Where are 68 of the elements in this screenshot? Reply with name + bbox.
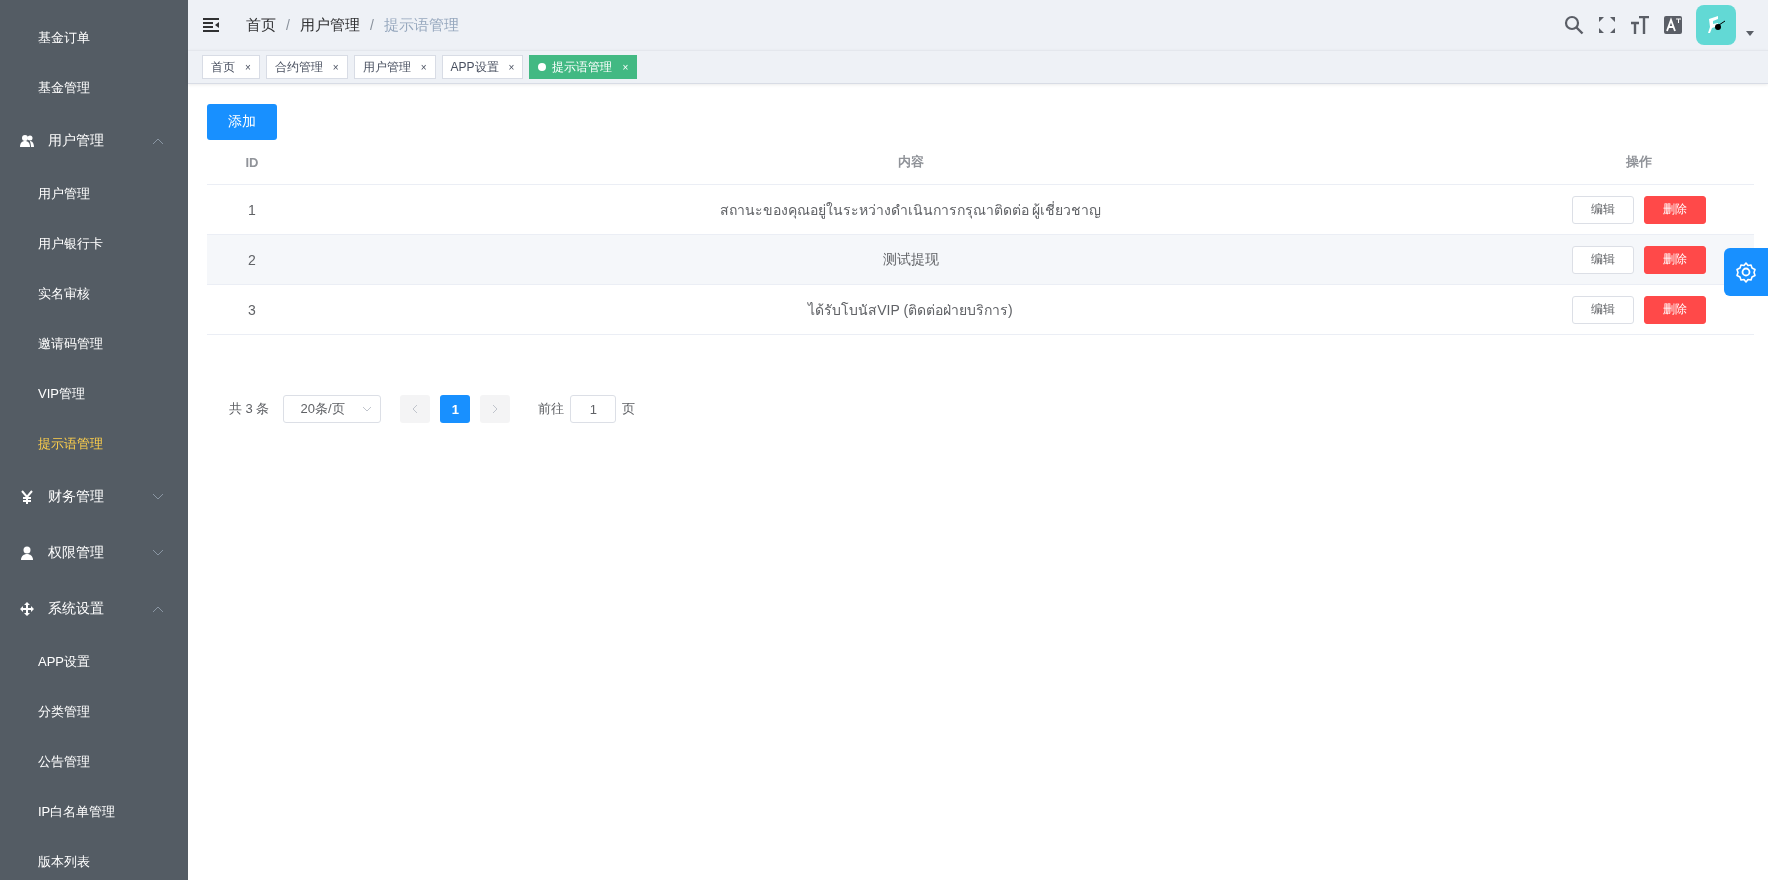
menu-group[interactable]: 系统设置: [0, 581, 188, 637]
chevron-down-icon: [362, 406, 373, 412]
menu-item[interactable]: 分类管理: [0, 687, 188, 737]
breadcrumb-item[interactable]: 首页: [246, 15, 276, 35]
edit-button[interactable]: 编辑: [1572, 295, 1634, 324]
edit-button[interactable]: 编辑: [1572, 245, 1634, 274]
goto-label: 前往: [538, 400, 565, 418]
menu-item[interactable]: 基金订单: [0, 13, 188, 63]
menu-item[interactable]: 基金管理: [0, 63, 188, 113]
yen-icon: [20, 490, 34, 504]
search-icon[interactable]: [1564, 15, 1584, 35]
close-icon[interactable]: ×: [332, 61, 339, 73]
page-tab[interactable]: 首页 ×: [202, 55, 260, 79]
close-icon[interactable]: ×: [420, 61, 427, 73]
menu-collapse-icon[interactable]: [202, 17, 220, 33]
menu-item[interactable]: 提示语管理: [0, 419, 188, 469]
table-cell-text: 3: [247, 301, 257, 318]
menu-item[interactable]: APP设置: [0, 637, 188, 687]
settings-button[interactable]: [1724, 248, 1768, 296]
page-unit-label: 页: [622, 400, 636, 418]
menu-group[interactable]: 权限管理: [0, 525, 188, 581]
menu-item[interactable]: VIP管理: [0, 369, 188, 419]
translate-icon[interactable]: [1664, 16, 1682, 34]
page-tab[interactable]: 合约管理 ×: [265, 55, 348, 79]
page-jump-field[interactable]: 1: [570, 395, 617, 423]
table-cell-text: 2: [247, 251, 257, 268]
chevron-icon: [152, 605, 164, 613]
menu-group[interactable]: 用户管理: [0, 113, 188, 169]
close-icon[interactable]: ×: [508, 61, 515, 73]
total-count: 共 3 条: [229, 400, 270, 418]
menu-item[interactable]: 版本列表: [0, 837, 188, 880]
avatar[interactable]: [1696, 5, 1736, 45]
chevron-icon: [152, 493, 164, 501]
column-header: ID: [244, 154, 260, 170]
menu-group[interactable]: 财务管理: [0, 469, 188, 525]
chevron-icon: [152, 137, 164, 145]
page-size-select[interactable]: 20条/页: [283, 395, 382, 423]
users-icon: [20, 134, 34, 148]
chevron-left-icon: [412, 404, 419, 414]
table-cell-text: 1: [247, 201, 257, 218]
breadcrumb-separator: /: [369, 17, 374, 33]
chevron-right-icon: [492, 404, 499, 414]
active-dot-icon: [538, 63, 547, 71]
chevron-icon: [152, 549, 164, 557]
menu-item[interactable]: IP白名单管理: [0, 787, 188, 837]
table-cell-text: สถานะของคุณอยู่ในระหว่างดำเนินการกรุณาติดต่อ ผู้เชี่ยวชาญ: [718, 200, 1103, 221]
menu-item[interactable]: 用户银行卡: [0, 219, 188, 269]
menu-item[interactable]: 实名审核: [0, 269, 188, 319]
text-size-icon[interactable]: [1630, 16, 1650, 34]
menu-item[interactable]: 公告管理: [0, 737, 188, 787]
table-cell-text: 测试提现: [881, 250, 940, 269]
user-icon: [20, 546, 34, 560]
close-icon[interactable]: ×: [245, 61, 251, 73]
dropdown-caret-icon[interactable]: [1746, 30, 1754, 36]
breadcrumb-separator: /: [286, 17, 290, 33]
settings-icon: [1735, 261, 1757, 283]
edit-button[interactable]: 编辑: [1572, 195, 1634, 224]
page-tab[interactable]: APP设置 ×: [441, 55, 524, 79]
menu-item[interactable]: 邀请码管理: [0, 319, 188, 369]
page-tab[interactable]: 用户管理 ×: [353, 55, 436, 79]
move-arrows-icon: [20, 602, 34, 616]
breadcrumb-item: 提示语管理: [383, 15, 459, 35]
fullscreen-icon[interactable]: [1598, 16, 1616, 34]
menu-item[interactable]: 用户管理: [0, 169, 188, 219]
column-header: 操作: [1625, 153, 1653, 171]
column-header: 内容: [896, 153, 925, 171]
breadcrumb-item[interactable]: 用户管理: [299, 15, 360, 35]
table-cell-text: ได้รับโบนัสVIP (ติดต่อฝ่ายบริการ): [806, 300, 1014, 320]
